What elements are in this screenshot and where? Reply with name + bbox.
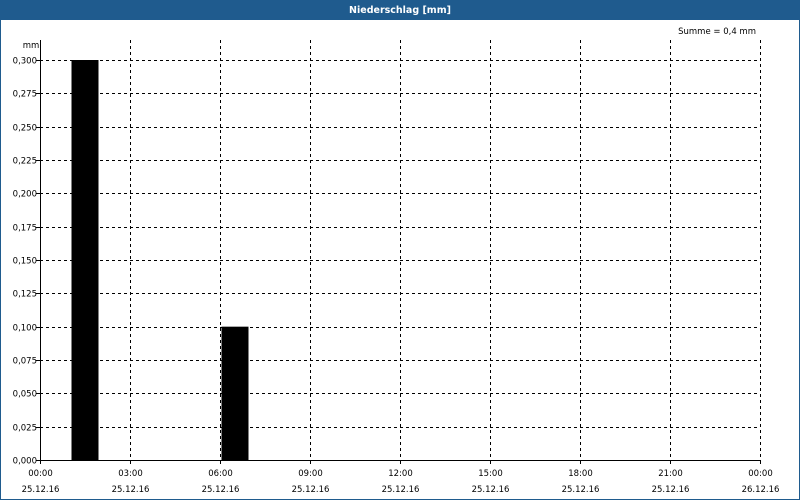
x-tick-labels: 00:00 25.12.16 03:00 25.12.16 06:00 25.12.16 0… (22, 469, 780, 495)
y-tick-label: 0,300 (13, 57, 37, 67)
y-tick-label: 0,050 (13, 390, 37, 400)
x-tick-time-label: 00:00 (748, 469, 773, 479)
grid-lines (40, 40, 761, 460)
x-tick-date-label: 26.12.16 (742, 485, 780, 495)
x-tick-date-label: 25.12.16 (472, 485, 510, 495)
y-tick-label: 0,175 (13, 224, 37, 234)
x-tick-time-label: 15:00 (478, 469, 503, 479)
x-tick-date-label: 25.12.16 (382, 485, 420, 495)
y-tick-labels: 0,000 0,025 0,050 0,075 0,100 0,125 0,150 0,175… (13, 57, 37, 467)
y-tick-label: 0,100 (13, 324, 37, 334)
y-tick-label: 0,200 (13, 190, 37, 200)
y-tick-label: 0,125 (13, 290, 37, 300)
y-axis-unit-label: mm (23, 41, 40, 51)
sum-label: Summe = 0,4 mm (678, 27, 756, 37)
precipitation-bar (71, 60, 99, 460)
axes (36, 40, 761, 464)
precipitation-bar (221, 326, 249, 460)
y-tick-label: 0,275 (13, 90, 37, 100)
x-tick-time-label: 00:00 (28, 469, 53, 479)
x-tick-time-label: 21:00 (658, 469, 683, 479)
y-tick-label: 0,250 (13, 124, 37, 134)
x-tick-date-label: 25.12.16 (292, 485, 330, 495)
x-tick-time-label: 12:00 (388, 469, 413, 479)
y-tick-label: 0,150 (13, 257, 37, 267)
y-tick-label: 0,225 (13, 157, 37, 167)
x-tick-date-label: 25.12.16 (22, 485, 60, 495)
x-tick-date-label: 25.12.16 (202, 485, 240, 495)
x-tick-time-label: 18:00 (568, 469, 593, 479)
y-tick-label: 0,075 (13, 357, 37, 367)
x-tick-time-label: 06:00 (208, 469, 233, 479)
x-tick-date-label: 25.12.16 (112, 485, 150, 495)
y-tick-label: 0,000 (13, 457, 37, 467)
x-tick-time-label: 09:00 (298, 469, 323, 479)
precipitation-chart: Summe = 0,4 mm mm 0,0000,0250,0500,0750,… (13, 27, 780, 495)
x-tick-time-label: 03:00 (118, 469, 143, 479)
x-tick-date-label: 25.12.16 (652, 485, 690, 495)
x-tick-date-label: 25.12.16 (562, 485, 600, 495)
y-tick-label: 0,025 (13, 424, 37, 434)
